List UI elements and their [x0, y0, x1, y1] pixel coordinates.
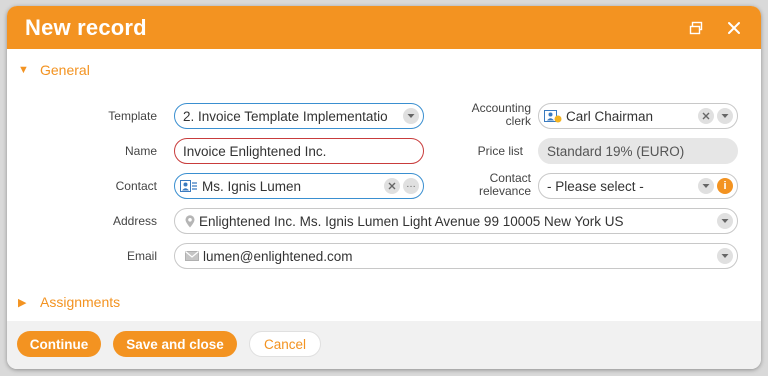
title-bar: New record: [7, 6, 761, 49]
email-select[interactable]: lumen@enlightened.com: [174, 243, 738, 269]
template-select[interactable]: 2. Invoice Template Implementatio: [174, 103, 424, 129]
template-dropdown-button[interactable]: [403, 108, 419, 124]
template-label: Template: [108, 109, 157, 123]
contact-relevance-value: - Please select -: [547, 178, 644, 194]
email-value: lumen@enlightened.com: [203, 248, 353, 264]
section-assignments-toggle[interactable]: ▶ Assignments: [18, 294, 120, 310]
contact-label: Contact: [115, 179, 157, 193]
contact-clear-button[interactable]: [384, 178, 400, 194]
ellipsis-icon: …: [406, 178, 416, 190]
price-list-label: Price list: [477, 144, 523, 158]
accounting-clerk-clear-button[interactable]: [698, 108, 714, 124]
accounting-clerk-label: Accounting clerk: [447, 102, 531, 128]
dialog-footer: Continue Save and close Cancel: [7, 321, 761, 369]
name-input[interactable]: Invoice Enlightened Inc.: [174, 138, 424, 164]
accounting-clerk-value: Carl Chairman: [566, 108, 654, 124]
email-dropdown-button[interactable]: [717, 248, 733, 264]
clear-icon: [702, 112, 710, 120]
caret-down-icon: ▼: [18, 64, 29, 76]
contact-relevance-select[interactable]: - Please select - i: [538, 173, 738, 199]
chevron-down-icon: [721, 114, 729, 118]
address-dropdown-button[interactable]: [717, 213, 733, 229]
chevron-down-icon: [721, 254, 729, 258]
section-general-label: General: [40, 62, 90, 78]
contact-card-icon: [180, 180, 198, 192]
name-value: Invoice Enlightened Inc.: [183, 143, 327, 159]
caret-right-icon: ▶: [18, 296, 27, 309]
clear-icon: [388, 182, 396, 190]
price-list-field: Standard 19% (EURO): [538, 138, 738, 164]
close-icon: [728, 21, 740, 34]
chevron-down-icon: [702, 184, 710, 188]
contact-relevance-info-button[interactable]: i: [717, 178, 733, 194]
contact-relevance-label-line2: relevance: [478, 184, 531, 198]
contact-relevance-label-line1: Contact: [489, 171, 531, 185]
email-label: Email: [126, 249, 157, 263]
location-pin-icon: [185, 214, 195, 228]
restore-button[interactable]: [683, 15, 709, 41]
user-card-icon: [544, 109, 562, 123]
contact-relevance-dropdown-button[interactable]: [698, 178, 714, 194]
window-restore-icon: [689, 21, 703, 34]
section-general-toggle[interactable]: ▼ General: [18, 62, 90, 78]
accounting-clerk-label-line1: Accounting: [471, 101, 531, 115]
cancel-button[interactable]: Cancel: [249, 331, 321, 357]
accounting-clerk-label-line2: clerk: [505, 114, 531, 128]
address-select[interactable]: Enlightened Inc. Ms. Ignis Lumen Light A…: [174, 208, 738, 234]
template-value: 2. Invoice Template Implementatio: [183, 108, 388, 124]
envelope-icon: [185, 251, 199, 261]
name-label: Name: [124, 144, 157, 158]
contact-relevance-label: Contact relevance: [447, 172, 531, 198]
accounting-clerk-select[interactable]: Carl Chairman: [538, 103, 738, 129]
section-assignments-label: Assignments: [40, 294, 121, 310]
contact-select[interactable]: Ms. Ignis Lumen …: [174, 173, 424, 199]
address-label: Address: [112, 214, 157, 228]
info-icon: i: [723, 179, 727, 192]
chevron-down-icon: [721, 219, 729, 223]
contact-more-button[interactable]: …: [403, 178, 419, 194]
price-list-value: Standard 19% (EURO): [547, 143, 685, 159]
accounting-clerk-dropdown-button[interactable]: [717, 108, 733, 124]
chevron-down-icon: [407, 114, 415, 118]
continue-button[interactable]: Continue: [17, 331, 101, 357]
save-and-close-button[interactable]: Save and close: [113, 331, 237, 357]
address-value: Enlightened Inc. Ms. Ignis Lumen Light A…: [199, 213, 624, 229]
dialog-title: New record: [25, 14, 147, 40]
close-button[interactable]: [721, 15, 747, 41]
new-record-dialog: New record ▼ General Template Name Conta…: [7, 6, 761, 369]
contact-value: Ms. Ignis Lumen: [202, 178, 302, 194]
